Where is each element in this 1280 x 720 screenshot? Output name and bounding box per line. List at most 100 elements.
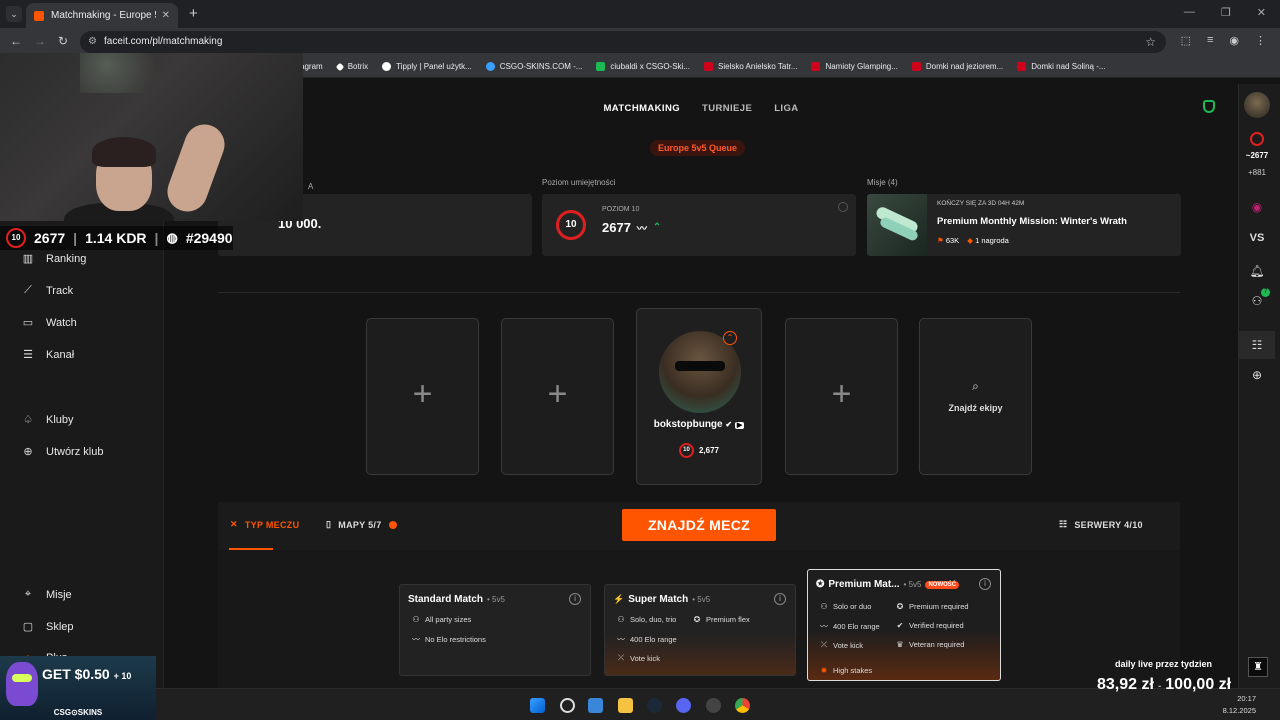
profile-icon[interactable]: ◉ — [1229, 34, 1239, 47]
app-icon[interactable] — [706, 698, 721, 713]
invite-slot[interactable]: + — [785, 318, 898, 475]
forward-icon[interactable]: → — [34, 34, 46, 48]
close-tab-icon[interactable]: ✕ — [162, 10, 170, 21]
tab-maps[interactable]: ▯ MAPY 5/7 — [326, 519, 397, 530]
find-match-button[interactable]: ZNAJDŹ MECZ — [622, 509, 776, 541]
level-ring-icon: 10 — [678, 443, 694, 458]
stakes-icon: ✹ — [820, 666, 828, 675]
sidebar-item-ranking[interactable]: ▥ Ranking — [22, 252, 87, 266]
bookmark[interactable]: Domki nad jeziorem... — [911, 62, 1003, 71]
mission-card[interactable]: KOŃCZY SIĘ ZA 3D 04H 42M Premium Monthly… — [867, 194, 1181, 256]
store-icon[interactable] — [588, 698, 603, 713]
friends-icon[interactable]: ⚇ — [1239, 294, 1275, 308]
menu-icon[interactable]: ⋮ — [1255, 34, 1266, 47]
info-icon[interactable]: i — [774, 593, 786, 605]
sidebar-item-watch[interactable]: ▭ Watch — [22, 316, 77, 330]
extensions-icon[interactable]: ⬚ — [1181, 34, 1191, 47]
bookmark[interactable]: Tipply | Panel użytk... — [382, 62, 472, 71]
mode-title: ⚡ Super Match • 5v5 — [613, 594, 711, 605]
queue-badge[interactable]: Europe 5v5 Queue — [650, 140, 746, 156]
mode-card-standard[interactable]: Standard Match • 5v5 i ⚇ All party sizes 〰… — [399, 584, 591, 676]
bookmark[interactable]: ciubaldi x CSGO-Ski... — [596, 62, 690, 71]
anticheat-shield-icon[interactable] — [1203, 100, 1215, 113]
party-list-icon[interactable]: ☷ — [1239, 338, 1275, 352]
info-icon[interactable]: i — [569, 593, 581, 605]
section-divider — [218, 292, 1180, 293]
close-window-icon[interactable]: ✕ — [1257, 6, 1266, 19]
mode-title: ✪ Premium Mat... • 5v5 NOWOŚĆ — [816, 579, 960, 590]
n-icon — [811, 62, 821, 71]
tab-tournaments[interactable]: TURNIEJE — [702, 103, 752, 114]
skill-level-card[interactable]: 10 POZIOM 10 2677 〰 ⌃ — [542, 194, 856, 256]
bookmark[interactable]: Sielsko Anielsko Tatr... — [703, 62, 797, 71]
bookmark[interactable]: Botrix — [335, 62, 368, 71]
game-icon[interactable]: ◉ — [1239, 200, 1275, 214]
reload-icon[interactable]: ↻ — [58, 34, 68, 48]
vs-button[interactable]: VS — [1239, 232, 1275, 244]
restore-icon[interactable]: ❐ — [1221, 6, 1231, 19]
add-icon[interactable]: ⊕ — [1239, 368, 1275, 382]
mode-feature: ⚇ Solo or duo — [820, 602, 872, 611]
info-icon[interactable] — [838, 202, 848, 212]
channel-icon: ☰ — [23, 349, 33, 361]
mode-feature: ✔ Verified required — [896, 621, 964, 630]
crown-icon: ♛ — [896, 640, 904, 649]
map-icon: ▯ — [326, 519, 332, 529]
bookmark[interactable]: CSGO-SKINS.COM -... — [485, 62, 582, 71]
bookmark[interactable]: agram — [300, 62, 323, 71]
tab-matchmaking[interactable]: MATCHMAKING — [603, 103, 680, 114]
donation-progress: 83,92 zł -100,00 zł — [1097, 676, 1232, 693]
flag-icon: ⚑ — [937, 236, 944, 245]
invite-slot[interactable]: + — [501, 318, 614, 475]
site-settings-icon[interactable]: ⚙ — [88, 31, 97, 53]
tab-league[interactable]: LIGA — [774, 103, 798, 114]
tipply-icon — [382, 62, 392, 71]
player-elo: 10 2,677 — [637, 443, 761, 458]
avatar-glasses — [675, 361, 725, 371]
donation-title: daily live przez tydzien — [1115, 659, 1213, 669]
minimize-icon[interactable]: — — [1184, 6, 1195, 19]
mode-feature: 〰 400 Elo range — [617, 635, 677, 644]
bookmark-star-icon[interactable]: ☆ — [1145, 31, 1156, 53]
tab-servers[interactable]: ☷ SERWERY 4/10 — [1059, 519, 1143, 530]
watch-icon: ▭ — [22, 317, 34, 329]
new-tab-icon[interactable]: + — [189, 5, 198, 22]
avatar[interactable] — [1244, 92, 1270, 118]
find-team-slot[interactable]: ⌕ Znajdź ekipy — [919, 318, 1032, 475]
bookmark[interactable]: Namioty Glamping... — [811, 62, 898, 71]
player-card[interactable]: ⌃ bokstopbunge ✔ ▶ 10 2,677 — [636, 308, 762, 485]
mode-title: Standard Match • 5v5 — [408, 594, 505, 605]
browser-extensions: ⬚ ≡ ◉ ⋮ — [1181, 34, 1266, 47]
kick-icon: ⤫ — [820, 640, 828, 649]
sidebar-item-shop[interactable]: ▢ Sklep — [22, 620, 74, 634]
mode-card-premium[interactable]: ✪ Premium Mat... • 5v5 NOWOŚĆ i ⚇ Solo or du… — [807, 569, 1001, 681]
tab-search-dropdown-icon[interactable]: ⌄ — [6, 6, 22, 22]
sidebar-item-channel[interactable]: ☰ Kanał — [22, 348, 74, 362]
discord-icon[interactable] — [676, 698, 691, 713]
sidebar-item-create-club[interactable]: ⊕ Utwórz klub — [22, 445, 103, 459]
media-icon[interactable]: ≡ — [1207, 34, 1213, 47]
chrome-icon[interactable] — [735, 698, 750, 713]
mode-feature: ♛ Veteran required — [896, 640, 965, 649]
url-input[interactable]: ⚙ faceit.com/pl/matchmaking ☆ — [80, 31, 1166, 53]
search-icon[interactable] — [560, 698, 575, 713]
invite-slot[interactable]: + — [366, 318, 479, 475]
sidebar-item-missions[interactable]: ⌖ Misje — [22, 588, 72, 601]
file-explorer-icon[interactable] — [618, 698, 633, 713]
sidebar-item-clubs[interactable]: ♤ Kluby — [22, 413, 73, 427]
notification-dot — [388, 520, 397, 529]
browser-tab[interactable]: Matchmaking - Europe 5v5 Qu ✕ — [26, 3, 178, 28]
sidebar-item-track[interactable]: ⟋ Track — [22, 284, 73, 297]
back-icon[interactable]: ← — [10, 34, 22, 48]
bell-icon[interactable]: 🔔︎ — [1239, 264, 1275, 278]
mode-feature: ⚇ All party sizes — [412, 615, 472, 624]
bookmark[interactable]: Domki nad Soliną -... — [1017, 62, 1106, 71]
info-icon[interactable]: i — [979, 578, 991, 590]
mode-card-super[interactable]: ⚡ Super Match • 5v5 i ⚇ Solo, duo, trio ✪ Pr… — [604, 584, 796, 676]
tab-match-type[interactable]: ✕ TYP MECZU — [230, 519, 299, 530]
taskbar-clock[interactable]: 20:17 8.12.2025 — [1223, 693, 1256, 717]
premium-star-icon: ✪ — [816, 579, 825, 590]
steam-icon[interactable] — [647, 698, 662, 713]
windows-start-icon[interactable] — [530, 698, 545, 713]
window-controls: — ❐ ✕ — [1184, 6, 1266, 19]
